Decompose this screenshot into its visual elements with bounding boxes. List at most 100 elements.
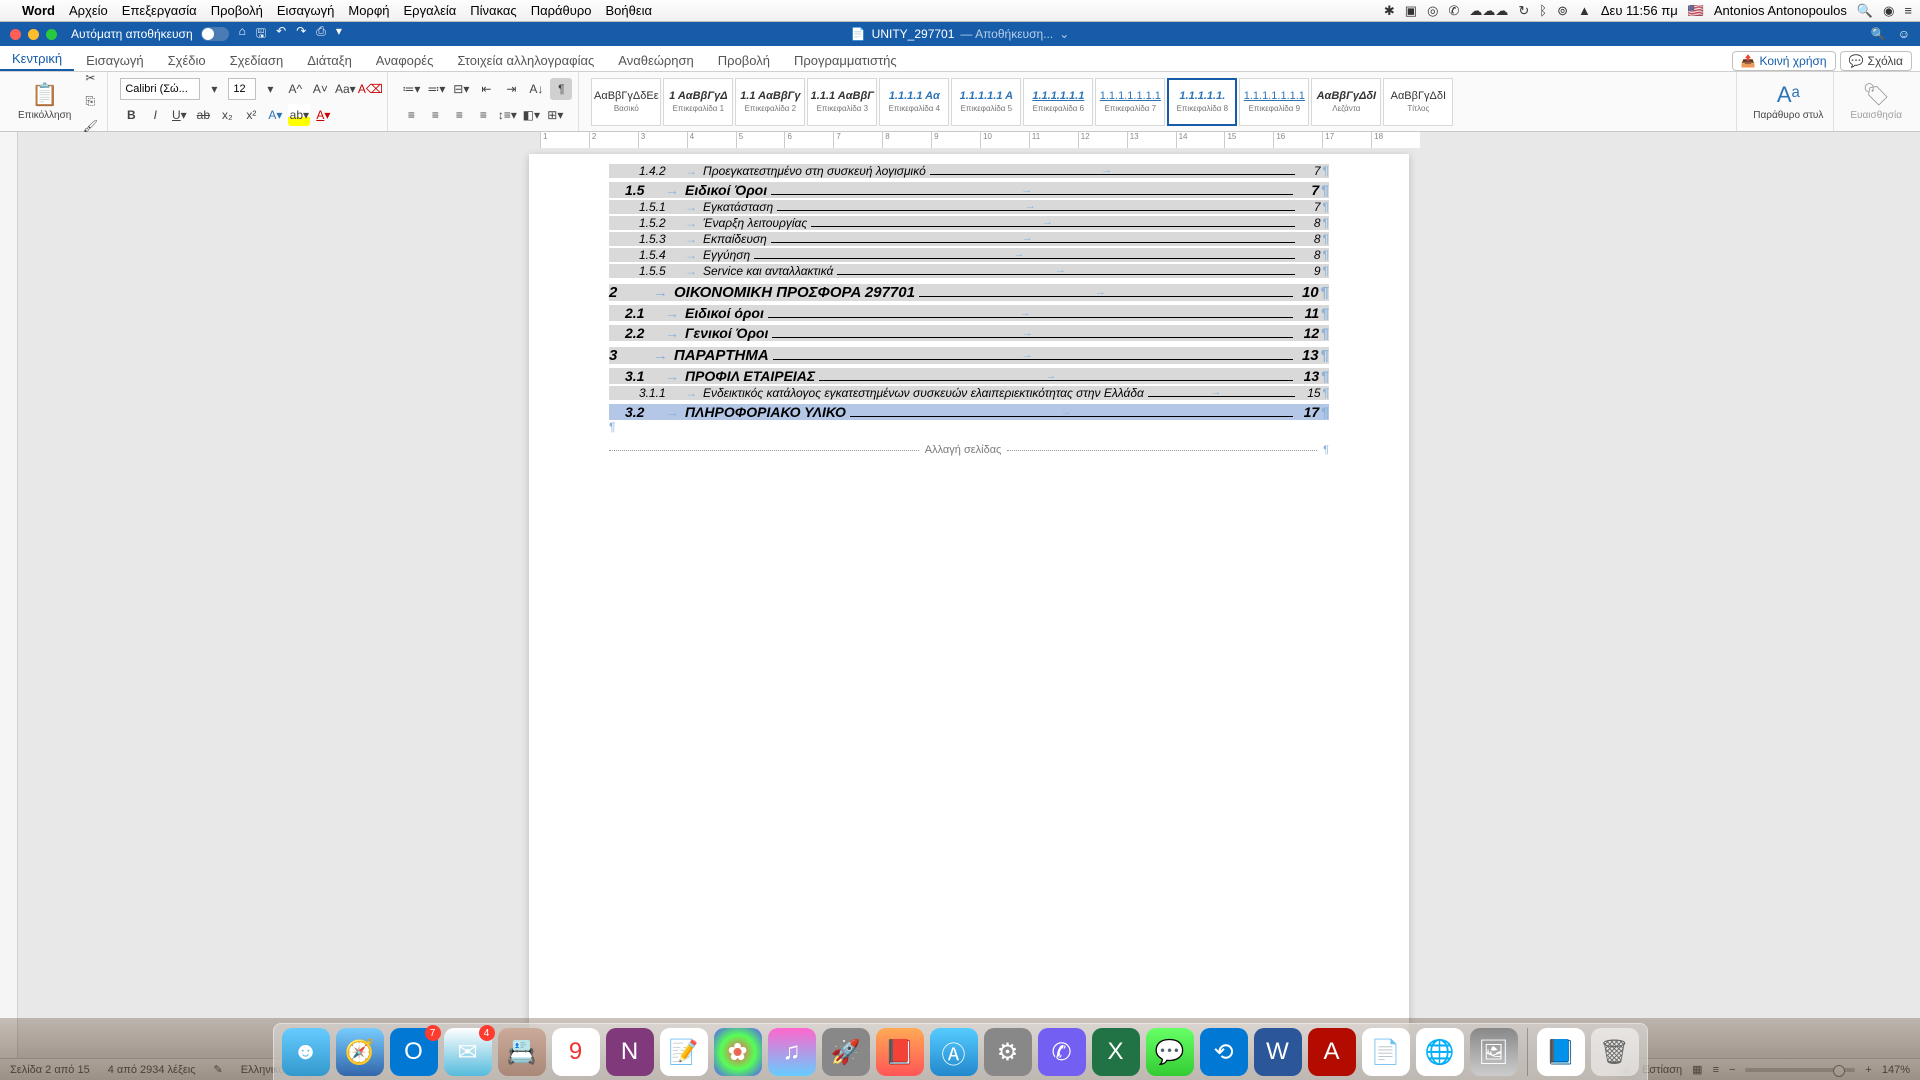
toc-entry[interactable]: 3.2→ΠΛΗΡΟΦΟΡΙΑΚΟ ΥΛΙΚΟ17¶ [609, 404, 1329, 420]
qat-save-icon[interactable]: 🖫 [256, 24, 266, 45]
tab-references[interactable]: Αναφορές [364, 49, 446, 71]
align-left-button[interactable]: ≡ [400, 104, 422, 126]
app-name[interactable]: Word [22, 3, 55, 18]
style-title[interactable]: ΑαΒβΓγΔδΙΤίτλος [1383, 78, 1453, 126]
decrease-indent-button[interactable]: ⇤ [475, 78, 497, 100]
style-heading9[interactable]: 1.1.1.1.1.1.1Επικεφαλίδα 9 [1239, 78, 1309, 126]
zoom-in-button[interactable]: + [1865, 1064, 1871, 1076]
decrease-font-button[interactable]: A˅ [309, 78, 331, 100]
status-page[interactable]: Σελίδα 2 από 15 [10, 1064, 90, 1076]
status-language[interactable]: Ελληνικά [241, 1064, 285, 1076]
style-heading2[interactable]: 1.1 ΑαΒβΓγΕπικεφαλίδα 2 [735, 78, 805, 126]
menubar-wifi-icon[interactable]: ⊚ [1557, 3, 1568, 19]
zoom-slider[interactable] [1745, 1068, 1855, 1072]
status-focus[interactable]: Εστίαση [1642, 1064, 1682, 1076]
title-account-icon[interactable]: ☺ [1898, 27, 1910, 41]
menubar-notifications-icon[interactable]: ≡ [1904, 3, 1912, 18]
style-heading1[interactable]: 1 ΑαΒβΓγΔΕπικεφαλίδα 1 [663, 78, 733, 126]
font-name-dropdown-icon[interactable]: ▾ [203, 78, 225, 100]
share-button[interactable]: 📤 Κοινή χρήση [1732, 51, 1836, 71]
strikethrough-button[interactable]: ab [192, 104, 214, 126]
minimize-window-button[interactable] [28, 29, 39, 40]
menubar-spotlight-icon[interactable]: ▲ [1578, 3, 1591, 18]
menubar-flag-icon[interactable]: 🇺🇸 [1688, 3, 1704, 19]
increase-font-button[interactable]: A^ [284, 78, 306, 100]
align-center-button[interactable]: ≡ [424, 104, 446, 126]
style-heading8[interactable]: 1.1.1.1.1.Επικεφαλίδα 8 [1167, 78, 1237, 126]
show-marks-button[interactable]: ¶ [550, 78, 572, 100]
horizontal-ruler[interactable]: 123456789101112131415161718 [540, 132, 1420, 148]
toc-entry[interactable]: 3.1→ΠΡΟΦΙΛ ΕΤΑΙΡΕΙΑΣ13¶ [609, 368, 1329, 384]
qat-customize-icon[interactable]: ▾ [336, 24, 342, 45]
table-of-contents[interactable]: 1.4.2→Προεγκατεστημένο στη συσκευή λογισ… [609, 154, 1329, 420]
bullets-button[interactable]: ≔▾ [400, 78, 422, 100]
font-size-select[interactable]: 12 [228, 78, 256, 100]
tab-developer[interactable]: Προγραμματιστής [782, 49, 909, 71]
menubar-cloud-icon[interactable]: ☁☁☁ [1469, 3, 1508, 19]
font-size-dropdown-icon[interactable]: ▾ [259, 78, 281, 100]
styles-gallery[interactable]: ΑαΒβΓγΔδΕεΒασικό 1 ΑαΒβΓγΔΕπικεφαλίδα 1 … [591, 78, 1453, 126]
menu-view[interactable]: Προβολή [211, 3, 263, 18]
menubar-bluetooth-icon[interactable]: ᛒ [1539, 3, 1547, 18]
underline-button[interactable]: U▾ [168, 104, 190, 126]
menubar-icon-1[interactable]: ✱ [1384, 3, 1395, 19]
close-window-button[interactable] [10, 29, 21, 40]
styles-pane-button[interactable]: Aᵃ Παράθυρο στυλ [1749, 82, 1827, 121]
tab-mailings[interactable]: Στοιχεία αλληλογραφίας [445, 49, 606, 71]
toc-entry[interactable]: 2→ΟΙΚΟΝΟΜΙΚΗ ΠΡΟΣΦΟΡΑ 29770110¶ [609, 284, 1329, 301]
subscript-button[interactable]: x₂ [216, 104, 238, 126]
menu-help[interactable]: Βοήθεια [605, 3, 652, 18]
line-spacing-button[interactable]: ↕≡▾ [496, 104, 518, 126]
menubar-icon-3[interactable]: ◎ [1427, 3, 1438, 19]
tab-design[interactable]: Σχεδίαση [218, 49, 296, 71]
font-color-button[interactable]: A▾ [312, 104, 334, 126]
qat-home-icon[interactable]: ⌂ [239, 24, 246, 45]
toc-entry[interactable]: 1.4.2→Προεγκατεστημένο στη συσκευή λογισ… [609, 164, 1329, 178]
toc-entry[interactable]: 1.5.5→Service και ανταλλακτικά9¶ [609, 264, 1329, 278]
menubar-viber-icon[interactable]: ✆ [1448, 3, 1459, 19]
tab-layout[interactable]: Διάταξη [295, 49, 364, 71]
change-case-button[interactable]: Aa▾ [334, 78, 356, 100]
status-spellcheck-icon[interactable]: ✎ [214, 1063, 223, 1076]
style-normal[interactable]: ΑαΒβΓγΔδΕεΒασικό [591, 78, 661, 126]
menubar-icon-2[interactable]: ▣ [1405, 3, 1417, 19]
increase-indent-button[interactable]: ⇥ [500, 78, 522, 100]
autosave-toggle[interactable] [201, 27, 229, 41]
paste-button[interactable]: 📋 Επικόλληση [14, 82, 75, 121]
tab-home[interactable]: Κεντρική [0, 47, 74, 71]
menu-edit[interactable]: Επεξεργασία [122, 3, 197, 18]
maximize-window-button[interactable] [46, 29, 57, 40]
qat-redo-icon[interactable]: ↷ [296, 24, 306, 45]
copy-button[interactable]: ⎘ [79, 91, 101, 113]
style-heading5[interactable]: 1.1.1.1.1 ΑΕπικεφαλίδα 5 [951, 78, 1021, 126]
view-print-button[interactable]: ▦ [1692, 1063, 1702, 1076]
view-web-button[interactable]: ≡ [1713, 1064, 1719, 1076]
style-caption[interactable]: ΑαΒβΓγΔδΙΛεζάντα [1311, 78, 1381, 126]
comments-button[interactable]: 💬 Σχόλια [1840, 51, 1912, 71]
style-heading6[interactable]: 1.1.1.1.1.1Επικεφαλίδα 6 [1023, 78, 1093, 126]
toc-entry[interactable]: 3→ΠΑΡΑΡΤΗΜΑ13¶ [609, 347, 1329, 364]
bold-button[interactable]: B [120, 104, 142, 126]
menu-window[interactable]: Παράθυρο [531, 3, 592, 18]
toc-entry[interactable]: 1.5.3→Εκπαίδευση8¶ [609, 232, 1329, 246]
menubar-timemachine-icon[interactable]: ↻ [1518, 3, 1529, 19]
borders-button[interactable]: ⊞▾ [544, 104, 566, 126]
toc-entry[interactable]: 1.5.1→Εγκατάσταση7¶ [609, 200, 1329, 214]
text-effects-button[interactable]: A▾ [264, 104, 286, 126]
tab-view[interactable]: Προβολή [706, 49, 782, 71]
style-heading7[interactable]: 1.1.1.1.1.1.1Επικεφαλίδα 7 [1095, 78, 1165, 126]
menu-table[interactable]: Πίνακας [470, 3, 516, 18]
style-heading4[interactable]: 1.1.1.1 ΑαΕπικεφαλίδα 4 [879, 78, 949, 126]
align-right-button[interactable]: ≡ [448, 104, 470, 126]
menubar-siri-icon[interactable]: ◉ [1883, 3, 1894, 19]
justify-button[interactable]: ≡ [472, 104, 494, 126]
style-heading3[interactable]: 1.1.1 ΑαΒβΓΕπικεφαλίδα 3 [807, 78, 877, 126]
title-search-icon[interactable]: 🔍 [1871, 27, 1886, 41]
toc-entry[interactable]: 2.1→Ειδικοί όροι11¶ [609, 305, 1329, 321]
menu-tools[interactable]: Εργαλεία [404, 3, 457, 18]
italic-button[interactable]: I [144, 104, 166, 126]
qat-print-icon[interactable]: ⎙ [316, 24, 326, 45]
menu-format[interactable]: Μορφή [348, 3, 389, 18]
multilevel-list-button[interactable]: ⊟▾ [450, 78, 472, 100]
zoom-out-button[interactable]: − [1729, 1064, 1735, 1076]
